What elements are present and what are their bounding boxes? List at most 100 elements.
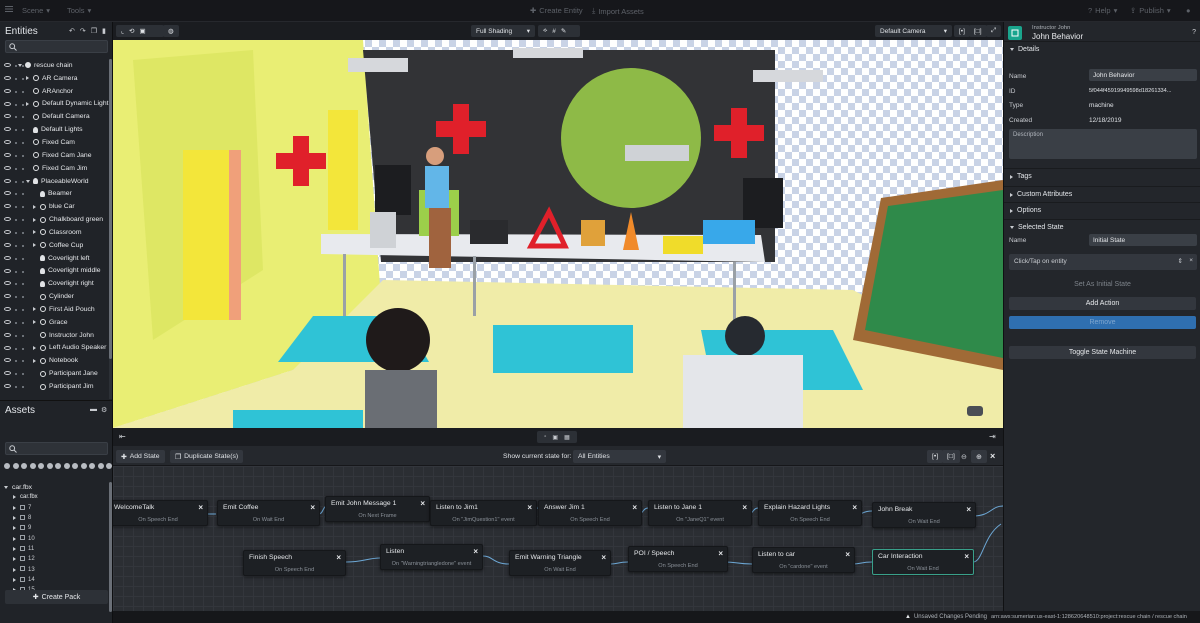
entity-row[interactable]: rescue chain (0, 59, 112, 72)
entity-row[interactable]: Coverlight left (0, 252, 112, 265)
static-dot-icon[interactable] (22, 206, 24, 209)
state-node[interactable]: Answer Jim 1 × On Speech End (538, 500, 642, 526)
lock-dot-icon[interactable] (15, 180, 17, 183)
filter-json-icon[interactable] (80, 463, 87, 469)
entities-search-input[interactable] (5, 40, 108, 53)
static-dot-icon[interactable] (22, 270, 24, 273)
layout-split-icon[interactable]: ▣ (552, 434, 558, 441)
lock-dot-icon[interactable] (15, 386, 17, 389)
entity-row[interactable]: Instructor John (0, 329, 112, 342)
state-transition-event[interactable]: On "cardone" event (753, 564, 854, 570)
entity-row[interactable]: ARAnchor (0, 85, 112, 98)
grid-icon[interactable]: # (552, 28, 556, 35)
lock-dot-icon[interactable] (15, 231, 17, 234)
entity-row[interactable]: Grace (0, 316, 112, 329)
filter-behavior-icon[interactable] (63, 463, 70, 469)
lock-dot-icon[interactable] (15, 373, 17, 376)
state-transition-event[interactable]: On "JaneQ1" event (649, 517, 751, 523)
state-transition-event[interactable]: On Next Frame (326, 513, 429, 519)
state-transition-event[interactable]: On Wait End (873, 566, 973, 572)
visibility-eye-icon[interactable] (4, 114, 11, 119)
state-node[interactable]: Listen × On "Warningtriangledone" event (380, 544, 483, 570)
asset-row[interactable]: 12 (0, 554, 110, 564)
lock-dot-icon[interactable] (15, 283, 17, 286)
remove-state-icon[interactable]: × (198, 503, 203, 512)
visibility-eye-icon[interactable] (4, 127, 11, 132)
filter-sound-icon[interactable] (46, 463, 53, 469)
visibility-eye-icon[interactable] (4, 371, 11, 376)
entity-row[interactable]: Beamer (0, 187, 112, 200)
close-graph-icon[interactable]: × (990, 451, 995, 461)
visibility-eye-icon[interactable] (4, 281, 11, 286)
state-transition-event[interactable]: On "Warningtriangledone" event (381, 561, 482, 567)
entity-row[interactable]: Fixed Cam Jim (0, 162, 112, 175)
fit-view-icon[interactable]: [•] (954, 25, 970, 37)
entity-row[interactable]: Fixed Cam Jane (0, 149, 112, 162)
remove-state-icon[interactable]: × (852, 503, 857, 512)
filter-skybox-icon[interactable] (72, 463, 78, 469)
visibility-eye-icon[interactable] (4, 268, 11, 273)
visibility-eye-icon[interactable] (4, 319, 11, 324)
expand-icon[interactable] (13, 557, 16, 562)
visibility-eye-icon[interactable] (4, 242, 11, 247)
static-dot-icon[interactable] (22, 167, 24, 170)
scene-menu[interactable]: Scene ▾ (22, 6, 50, 15)
static-dot-icon[interactable] (22, 283, 24, 286)
lock-dot-icon[interactable] (15, 321, 17, 324)
hamburger-menu-icon[interactable] (5, 6, 13, 12)
expand-closed-icon[interactable] (33, 243, 37, 248)
static-dot-icon[interactable] (22, 129, 24, 132)
filter-timeline-icon[interactable] (89, 463, 95, 469)
static-dot-icon[interactable] (22, 77, 24, 80)
expand-icon[interactable] (13, 577, 16, 582)
entity-row[interactable]: Coffee Cup (0, 239, 112, 252)
remove-state-icon[interactable]: × (632, 503, 637, 512)
expand-closed-icon[interactable] (33, 320, 37, 325)
global-toggle-icon[interactable]: ◍ (163, 25, 179, 37)
entity-row[interactable]: Left Audio Speaker (0, 342, 112, 355)
state-transition-event[interactable]: On Wait End (873, 519, 975, 525)
state-node[interactable]: Listen to Jim1 × On "JimQuestion1" event (430, 500, 537, 526)
entity-row[interactable]: AR Camera (0, 72, 112, 85)
entity-row[interactable]: Participant Jane (0, 367, 112, 380)
expand-closed-icon[interactable] (33, 345, 37, 350)
options-section-header[interactable]: Options (1004, 202, 1200, 218)
user-icon[interactable]: ● (1186, 6, 1191, 15)
visibility-eye-icon[interactable] (4, 358, 11, 363)
state-node[interactable]: Finish Speech × On Speech End (243, 550, 346, 576)
state-node[interactable]: Car Interaction × On Wait End (872, 549, 974, 575)
expand-open-icon[interactable] (26, 179, 30, 183)
expand-closed-icon[interactable] (33, 358, 37, 363)
state-node[interactable]: Listen to car × On "cardone" event (752, 547, 855, 573)
state-machine-graph[interactable]: WelcomeTalk × On Speech End Emit Coffee × On … (113, 466, 1003, 611)
settings-icon[interactable]: ⚙ (101, 406, 107, 414)
entity-row[interactable]: First Aid Pouch (0, 303, 112, 316)
state-transition-event[interactable]: On "JimQuestion1" event (431, 517, 536, 523)
set-initial-state-button[interactable]: Set As Initial State (1009, 278, 1196, 291)
name-input[interactable]: John Behavior (1089, 69, 1197, 81)
lock-dot-icon[interactable] (15, 257, 17, 260)
selected-state-section-header[interactable]: Selected State (1004, 219, 1200, 235)
static-dot-icon[interactable] (22, 219, 24, 222)
entity-row[interactable]: PlaceableWorld (0, 175, 112, 188)
delete-icon[interactable]: ▮ (102, 27, 106, 35)
entity-row[interactable]: Notebook (0, 354, 112, 367)
state-transition-event[interactable]: On Speech End (244, 567, 345, 573)
asset-row[interactable]: 13 (0, 564, 110, 574)
filter-script-icon[interactable] (38, 463, 44, 469)
state-transition-event[interactable]: On Speech End (539, 517, 641, 523)
state-node[interactable]: Listen to Jane 1 × On "JaneQ1" event (648, 500, 752, 526)
custom-attributes-section-header[interactable]: Custom Attributes (1004, 186, 1200, 202)
remove-state-icon[interactable]: × (966, 505, 971, 514)
redo-icon[interactable]: ↷ (80, 27, 86, 35)
asset-row[interactable]: 14 (0, 575, 110, 585)
static-dot-icon[interactable] (22, 309, 24, 312)
lock-dot-icon[interactable] (15, 90, 17, 93)
filter-all-icon[interactable] (4, 463, 10, 469)
entity-row[interactable]: Participant Jim (0, 380, 112, 393)
static-dot-icon[interactable] (22, 347, 24, 350)
expand-closed-icon[interactable] (33, 230, 37, 235)
expand-icon[interactable] (13, 567, 16, 572)
expand-icon[interactable] (13, 536, 16, 541)
entity-row[interactable]: blue Car (0, 200, 112, 213)
